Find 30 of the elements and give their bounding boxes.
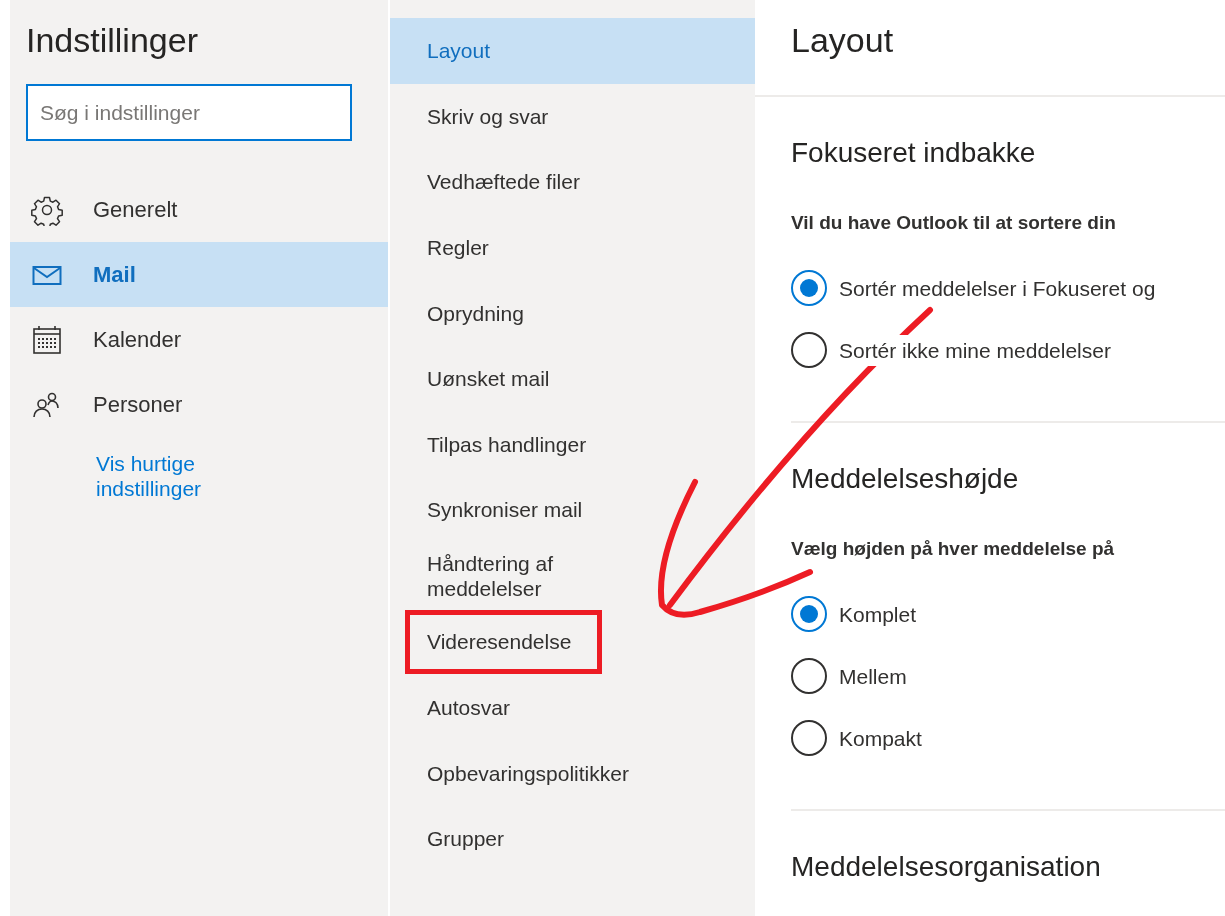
subsection-item[interactable]: Håndtering af meddelelser xyxy=(427,542,657,610)
nav-item[interactable]: Kalender xyxy=(10,307,388,373)
nav-item[interactable]: Mail xyxy=(10,242,388,308)
subsection-item[interactable]: Grupper xyxy=(427,818,505,860)
radio-button[interactable] xyxy=(791,332,827,369)
subsection-item[interactable]: Autosvar xyxy=(427,686,510,729)
quick-settings-link[interactable]: Vis hurtige indstillinger xyxy=(96,451,256,502)
subsection-item[interactable]: Synkroniser mail xyxy=(427,489,583,531)
subsection-item[interactable]: Layout xyxy=(427,30,491,72)
subsection-item[interactable]: Vedhæftede filer xyxy=(427,161,580,203)
subsection-item[interactable]: Videresendelse xyxy=(405,610,603,674)
nav-item[interactable]: Generelt xyxy=(10,177,388,243)
subsection-item[interactable]: Skriv og svar xyxy=(427,95,549,137)
calendar-icon xyxy=(31,323,63,356)
subsection-item[interactable]: Tilpas handlinger xyxy=(427,423,587,465)
subsection-item[interactable]: Regler xyxy=(427,227,489,269)
radio-button[interactable] xyxy=(791,270,827,307)
radio-button[interactable] xyxy=(791,658,827,695)
settings-title: Indstillinger xyxy=(26,20,199,61)
subsection-item[interactable]: Oprydning xyxy=(427,292,524,334)
search-field[interactable]: Søg i indstillinger xyxy=(26,84,352,142)
subsection-item[interactable]: Uønsket mail xyxy=(427,358,550,400)
radio-button[interactable] xyxy=(791,720,827,757)
section-question: Vil du have Outlook til at sortere din xyxy=(791,210,1117,235)
option-label: Sortér ikke mine meddelelser xyxy=(839,334,1111,367)
section-question: Vælg højden på hver meddelelse på xyxy=(791,536,1116,561)
nav-item[interactable]: Personer xyxy=(10,372,388,438)
radio-button[interactable] xyxy=(791,596,827,633)
page-title: Layout xyxy=(755,0,1225,98)
subsection-item[interactable]: Opbevaringspolitikker xyxy=(427,752,629,794)
